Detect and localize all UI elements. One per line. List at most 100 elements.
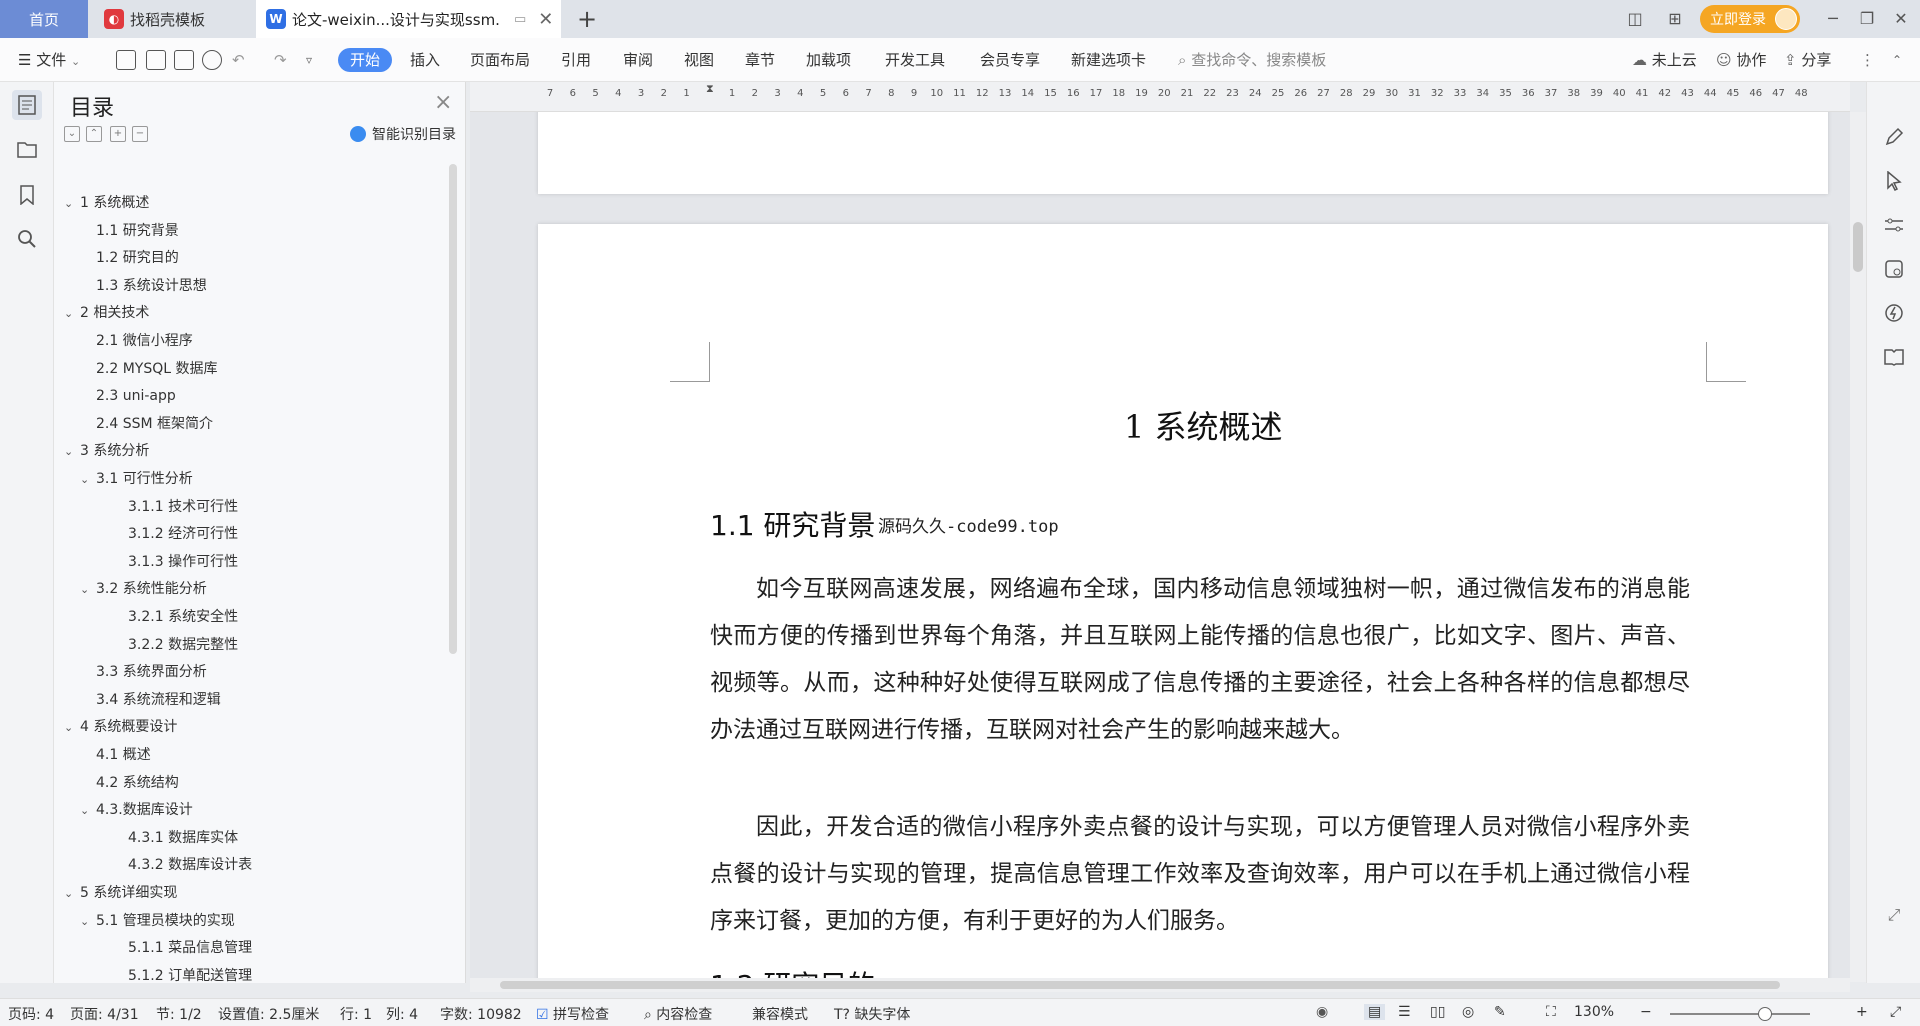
file-menu[interactable]: ☰ 文件 ⌄: [18, 48, 80, 72]
restore-icon[interactable]: ❐: [1852, 4, 1882, 34]
toc-item[interactable]: 2.2 MYSQL 数据库: [96, 357, 218, 381]
print-icon[interactable]: [174, 50, 194, 70]
toc-item[interactable]: 2.3 uni-app: [96, 384, 176, 408]
toc-item[interactable]: ⌄ 4.3.数据库设计: [80, 798, 193, 822]
tab-template[interactable]: ◐ 找稻壳模板: [92, 0, 252, 38]
login-button[interactable]: 立即登录: [1700, 5, 1800, 33]
export-pdf-icon[interactable]: [146, 50, 166, 70]
toc-item[interactable]: 4.2 系统结构: [96, 771, 179, 795]
missing-font-button[interactable]: T? 缺失字体: [834, 1004, 910, 1024]
tab-document[interactable]: W 论文-weixin...设计与实现ssm. ▭ ✕: [256, 0, 561, 38]
close-icon[interactable]: ×: [434, 90, 452, 115]
vertical-scrollbar[interactable]: [1850, 112, 1866, 982]
chevron-down-icon[interactable]: ⌄: [64, 882, 80, 906]
chevron-down-icon[interactable]: ⌄: [80, 799, 96, 823]
zoom-out-icon[interactable]: −: [1640, 1004, 1652, 1020]
heading-1[interactable]: 1 系统概述: [1124, 402, 1283, 448]
tab-pin-icon[interactable]: ▭: [514, 12, 526, 27]
toc-item[interactable]: ⌄ 3.2 系统性能分析: [80, 577, 207, 601]
select-cursor-icon[interactable]: [1881, 168, 1907, 194]
compat-mode[interactable]: 兼容模式: [752, 1004, 808, 1024]
bookmark-icon[interactable]: [12, 180, 42, 210]
toc-item[interactable]: 2.1 微信小程序: [96, 329, 193, 353]
indent-marker-icon[interactable]: ⧗: [706, 82, 714, 96]
print-preview-icon[interactable]: [202, 50, 222, 70]
new-tab-button[interactable]: +: [572, 4, 602, 34]
page-view-icon[interactable]: ▤: [1364, 1004, 1386, 1020]
collab-button[interactable]: ☺ 协作: [1716, 48, 1766, 72]
toc-item[interactable]: 3.2.1 系统安全性: [128, 605, 238, 629]
vertical-scroll-thumb[interactable]: [1853, 222, 1863, 272]
toc-item[interactable]: ⌄ 5 系统详细实现: [64, 881, 177, 905]
outline-view-icon[interactable]: ☰: [1398, 1004, 1411, 1020]
web-view-icon[interactable]: ◎: [1462, 1004, 1474, 1020]
toc-item[interactable]: ⌄ 4 系统概要设计: [64, 715, 177, 739]
status-section[interactable]: 节: 1/2: [156, 1004, 202, 1024]
status-setting[interactable]: 设置值: 2.5厘米: [218, 1004, 319, 1024]
eye-protection-icon[interactable]: ◉: [1316, 1004, 1328, 1020]
status-row[interactable]: 行: 1: [340, 1004, 372, 1024]
tab-home[interactable]: 首页: [0, 0, 88, 38]
zoom-in-icon[interactable]: +: [1856, 1004, 1868, 1020]
toc-item[interactable]: ⌄ 1 系统概述: [64, 191, 149, 215]
share-button[interactable]: ⇪ 分享: [1784, 48, 1831, 72]
horizontal-scrollbar[interactable]: [470, 978, 1850, 992]
expand-all-icon[interactable]: ⌃: [86, 126, 102, 142]
redo-icon[interactable]: ↷: [274, 48, 287, 72]
toc-item[interactable]: ⌄ 5.1 管理员模块的实现: [80, 909, 235, 933]
tab-dev-tools[interactable]: 开发工具: [885, 48, 945, 72]
pen-view-icon[interactable]: ✎: [1494, 1004, 1506, 1020]
status-page[interactable]: 页面: 4/31: [70, 1004, 139, 1024]
toc-item[interactable]: 2.4 SSM 框架简介: [96, 412, 213, 436]
toc-item[interactable]: ⌄ 2 相关技术: [64, 301, 149, 325]
toc-item[interactable]: 1.2 研究目的: [96, 246, 179, 270]
toc-item[interactable]: 4.3.1 数据库实体: [128, 826, 238, 850]
zoom-slider-knob[interactable]: [1758, 1007, 1772, 1021]
chevron-down-icon[interactable]: ⌄: [64, 302, 80, 326]
toc-panel-icon[interactable]: [12, 90, 42, 120]
chevron-down-icon[interactable]: ⌄: [64, 192, 80, 216]
quick-access-more-icon[interactable]: ▿: [306, 48, 312, 72]
undo-icon[interactable]: ↶: [232, 48, 245, 72]
status-page-number[interactable]: 页码: 4: [8, 1004, 54, 1024]
cloud-status[interactable]: ☁ 未上云: [1632, 48, 1697, 72]
toc-item[interactable]: 5.1.2 订单配送管理: [128, 964, 252, 988]
zoom-slider[interactable]: [1670, 1007, 1810, 1021]
status-col[interactable]: 列: 4: [386, 1004, 418, 1024]
find-icon[interactable]: [12, 224, 42, 254]
toc-item[interactable]: 3.2.2 数据完整性: [128, 633, 238, 657]
close-window-icon[interactable]: ✕: [1886, 4, 1916, 34]
paragraph-2[interactable]: 因此，开发合适的微信小程序外卖点餐的设计与实现，可以方便管理人员对微信小程序外卖…: [710, 804, 1690, 945]
edit-pen-icon[interactable]: [1881, 124, 1907, 150]
toc-item[interactable]: 3.1.1 技术可行性: [128, 495, 238, 519]
toc-item[interactable]: 3.4 系统流程和逻辑: [96, 688, 221, 712]
toc-item[interactable]: 4.1 概述: [96, 743, 151, 767]
chevron-down-icon[interactable]: ⌄: [80, 468, 96, 492]
tab-new-tab[interactable]: 新建选项卡: [1071, 48, 1146, 72]
heading-1-1[interactable]: 1.1 研究背景: [710, 504, 875, 544]
expand-icon[interactable]: ⤢: [1881, 902, 1907, 928]
minimize-icon[interactable]: ─: [1818, 4, 1848, 34]
horizontal-scroll-thumb[interactable]: [500, 981, 1780, 989]
toc-item[interactable]: 5.1.1 菜品信息管理: [128, 936, 252, 960]
toc-item[interactable]: 1.1 研究背景: [96, 219, 179, 243]
tab-close-icon[interactable]: ✕: [538, 9, 553, 30]
save-icon[interactable]: [116, 50, 136, 70]
tab-start[interactable]: 开始: [338, 48, 393, 72]
collapse-ribbon-icon[interactable]: ⌃: [1892, 48, 1902, 72]
remove-heading-icon[interactable]: −: [132, 126, 148, 142]
toc-item[interactable]: 3.1.2 经济可行性: [128, 522, 238, 546]
tab-member[interactable]: 会员专享: [980, 48, 1040, 72]
collapse-all-icon[interactable]: ⌄: [64, 126, 80, 142]
content-check-button[interactable]: ⌕ 内容检查: [644, 1004, 712, 1024]
chevron-down-icon[interactable]: ⌄: [80, 910, 96, 934]
toc-scrollbar[interactable]: [449, 164, 457, 654]
image-tools-icon[interactable]: [1881, 256, 1907, 282]
zoom-level[interactable]: 130%: [1574, 1004, 1614, 1020]
fit-page-icon[interactable]: ⛶: [1546, 1004, 1556, 1020]
toc-item[interactable]: 3.3 系统界面分析: [96, 660, 207, 684]
tab-references[interactable]: 引用: [561, 48, 591, 72]
reading-mode-icon[interactable]: ◫: [1620, 4, 1650, 34]
chevron-down-icon[interactable]: ⌄: [64, 716, 80, 740]
toc-item[interactable]: 1.3 系统设计思想: [96, 274, 207, 298]
